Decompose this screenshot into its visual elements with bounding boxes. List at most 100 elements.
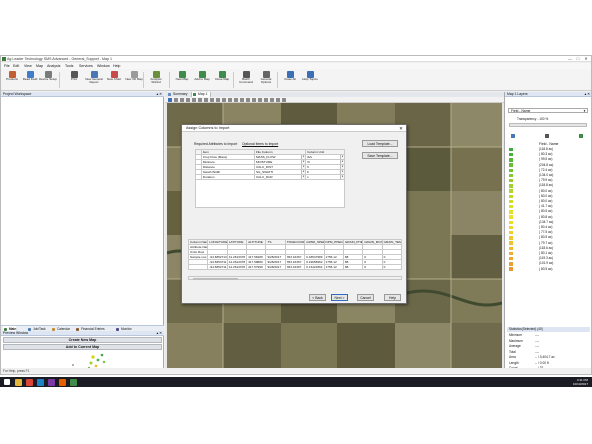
chevron-down-icon: ▾ [340,170,344,174]
map-tool-icon[interactable] [216,98,220,102]
map-tool-icon[interactable] [270,98,274,102]
legend-swatch [509,168,513,173]
map-tool-icon[interactable] [246,98,250,102]
map-tool-icon[interactable] [252,98,256,102]
menu-window[interactable]: Window [97,64,110,68]
legend-swatch [509,147,513,152]
tool-products-button[interactable]: Products [3,71,21,89]
menu-analysis[interactable]: Analysis [47,64,60,68]
menu-help[interactable]: Help [113,64,120,68]
tab-map-1-label: Map 1 [198,92,208,96]
chrome-icon[interactable] [26,378,33,386]
load-template-button[interactable]: Load Template... [362,140,398,147]
onenote-icon[interactable] [48,378,55,386]
file-preview-grid: Column Name LONGITUDE LATITUDE ALTITUDE TS TR… [188,239,402,270]
firefox-icon[interactable] [59,378,66,386]
menu-services[interactable]: Services [79,64,93,68]
field-tile [451,103,502,147]
preview-horizontal-scrollbar[interactable] [188,276,402,280]
menu-file[interactable]: File [4,64,10,68]
media-player-icon[interactable] [37,378,44,386]
tool-batch-command-button[interactable]: Batch Command [237,71,255,89]
help-button[interactable]: Help [384,294,401,301]
transparency-slider[interactable] [509,123,587,127]
save-template-button[interactable]: Save Template... [362,152,398,159]
menu-view[interactable]: View [24,64,32,68]
tool-analysis-wizard-button[interactable]: Analysis Wizard [147,71,165,89]
maximize-button[interactable]: □ [574,56,582,62]
toolbar-separator [277,72,278,88]
preview-header-cell: GRAIN_MOIS [362,239,383,245]
preview-field-dot [100,353,104,357]
windows-start-icon[interactable] [4,379,10,385]
tool-device-setup-button[interactable]: Device Setup [39,71,57,89]
tool-add-to-map-button[interactable]: Add to Map [193,71,211,89]
preview-field-dot [102,360,106,364]
map-tool-icon[interactable] [234,98,238,102]
legend-swatch [509,205,513,209]
add-layer-icon[interactable] [579,134,583,138]
map-tool-icon[interactable] [240,98,244,102]
field-tile [451,323,502,368]
add-to-current-map-button[interactable]: Add to Current Map [3,344,162,350]
back-button[interactable]: < Back [309,294,326,301]
tool-new-chart-button[interactable]: New Chart [105,71,123,89]
cancel-button[interactable]: Cancel [357,294,374,301]
map-tool-icon[interactable] [264,98,268,102]
pin-icon[interactable]: ▴ ✕ [585,92,591,97]
map-tool-icon[interactable] [174,98,178,102]
file-column-select[interactable]: CALC_DUR ▾ [253,174,307,180]
map-tool-icon[interactable] [258,98,262,102]
map-tool-icon[interactable] [204,98,208,102]
map-tool-icon[interactable] [222,98,226,102]
field-tile [395,323,451,368]
layer-properties-icon[interactable] [511,134,515,138]
tool-help-topics-button[interactable]: Help Topics [301,71,319,89]
map-tool-icon[interactable] [276,98,280,102]
menu-tools[interactable]: Tools [65,64,73,68]
tool-print-button[interactable]: Print [65,71,83,89]
map-tool-icon[interactable] [192,98,196,102]
ag-leader-icon[interactable] [70,378,77,386]
tool-new-3d-map-button[interactable]: New 3D Map [125,71,143,89]
map-tool-icon[interactable] [168,98,172,102]
map-tool-icon[interactable] [198,98,202,102]
tool-general-options-button[interactable]: General Options [257,71,275,89]
menu-map[interactable]: Map [36,64,43,68]
toolbar-separator [233,72,234,88]
tool-close-map-button[interactable]: Close Map [213,71,231,89]
tool-read-field-button[interactable]: Read Field [21,71,39,89]
pin-icon[interactable]: ▴ ✕ [157,92,163,97]
scrollbar-thumb[interactable] [193,277,238,280]
tool-new-map-button[interactable]: New Map [173,71,191,89]
dialog-close-button[interactable]: ✕ [398,125,404,132]
statistics-list: Minimum ---- Maximum ---- Average ---- Total --… [505,333,591,373]
optional-items-link[interactable]: Optional Items to Import [242,142,278,146]
pin-icon[interactable]: ▴ ✕ [157,331,163,336]
file-explorer-icon[interactable] [15,378,22,386]
legend-swatch [509,231,513,235]
map-tool-icon[interactable] [186,98,190,102]
tool-label: New Map [175,77,189,81]
map-tool-icon[interactable] [210,98,214,102]
preview-cell: 0.18547989 [304,254,325,260]
close-window-button[interactable]: ✕ [582,56,590,62]
create-new-map-button[interactable]: Create New Map [3,337,162,343]
tool-new-general-report-button[interactable]: New General Report [85,71,103,89]
taskbar-time: 4:31 PM [576,377,588,382]
preview-cell: 0 [381,264,402,270]
map-tool-icon[interactable] [282,98,286,102]
minimize-button[interactable]: — [566,56,574,62]
map-tool-icon[interactable] [180,98,184,102]
menu-edit[interactable]: Edit [13,64,19,68]
tool-close-all-button[interactable]: Close All [281,71,299,89]
legend-swatch [509,257,513,261]
layer-select[interactable]: Field - Name ▼ [508,108,588,113]
column-unit-select[interactable]: s ▾ [305,174,345,180]
next-button[interactable]: Next > [331,294,348,301]
chevron-down-icon: ▾ [301,170,305,174]
map-tool-icon[interactable] [228,98,232,102]
preview-header-cell: GRND_SPEED [304,239,325,245]
legend-swatch [509,246,513,251]
delete-layer-icon[interactable] [545,134,549,138]
